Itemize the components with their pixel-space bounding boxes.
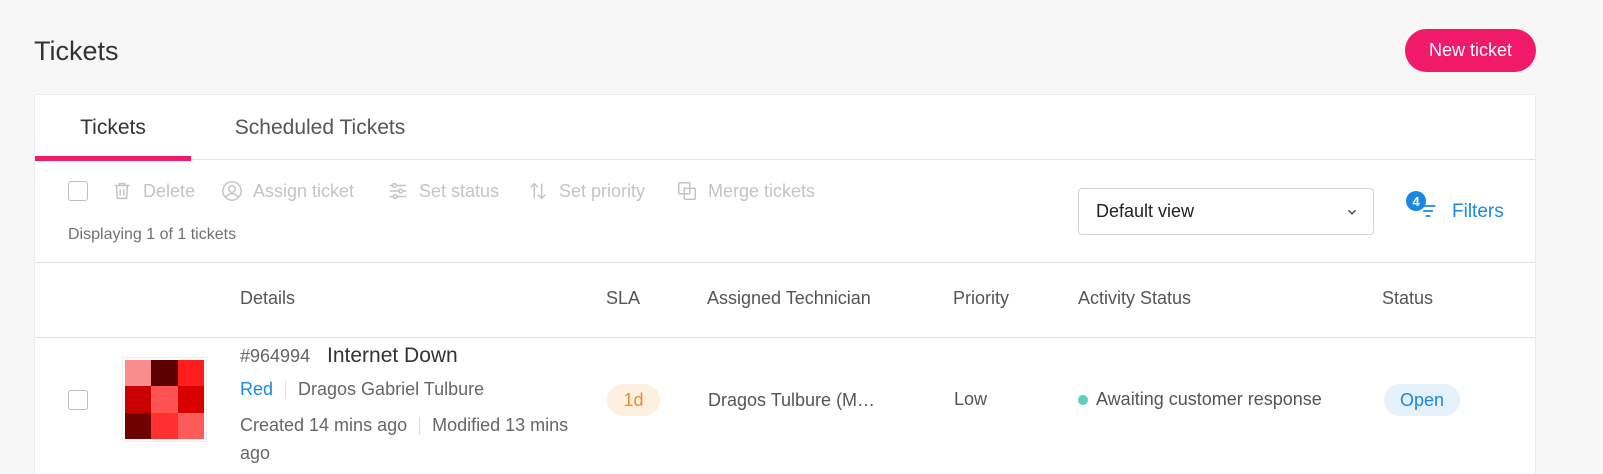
filters-label: Filters (1452, 201, 1504, 222)
sla-badge: 1d (607, 384, 660, 416)
activity-status: Awaiting customer response (1078, 389, 1322, 410)
sliders-icon (389, 182, 407, 200)
assign-ticket-label: Assign ticket (253, 180, 355, 201)
customer-avatar (122, 357, 207, 442)
activity-status-label: Awaiting customer response (1096, 389, 1322, 409)
merge-tickets-button[interactable]: Merge tickets (676, 178, 815, 204)
displaying-count: Displaying 1 of 1 tickets (68, 226, 237, 243)
filters-button[interactable]: 4 Filters (1406, 191, 1506, 231)
merge-tickets-label: Merge tickets (708, 180, 816, 201)
column-header-priority: Priority (953, 288, 1010, 308)
tab-tickets[interactable]: Tickets (35, 95, 191, 161)
ticket-dates: Created 14 mins ago Modified 13 mins ago (240, 411, 570, 467)
activity-status-dot (1078, 394, 1088, 405)
created-time: Created 14 mins ago (240, 415, 408, 435)
bulk-action-toolbar: Delete Assign ticket Set status Set prio… (35, 161, 1535, 263)
set-status-button[interactable]: Set status (387, 178, 499, 204)
delete-button[interactable]: Delete (111, 178, 195, 204)
trash-icon (114, 182, 130, 200)
set-priority-label: Set priority (559, 180, 646, 201)
divider (419, 417, 421, 436)
tab-bar: Tickets Scheduled Tickets (35, 95, 1535, 161)
column-header-status: Status (1382, 288, 1434, 308)
column-header-activity-status: Activity Status (1078, 288, 1192, 308)
tickets-card: Tickets Scheduled Tickets Delete Assign … (34, 94, 1536, 474)
tab-scheduled-tickets[interactable]: Scheduled Tickets (217, 95, 423, 160)
column-header-technician: Assigned Technician (707, 288, 871, 308)
view-select[interactable]: Default view (1078, 188, 1374, 235)
column-header-sla: SLA (606, 288, 641, 308)
column-header-details: Details (240, 288, 296, 308)
user-circle-icon (222, 181, 242, 201)
chevron-down-icon (1348, 209, 1356, 215)
ticket-title[interactable]: Internet Down (327, 344, 458, 368)
page-title: Tickets (34, 36, 119, 66)
row-checkbox[interactable] (68, 390, 88, 410)
customer-link[interactable]: Red (240, 379, 273, 400)
ticket-customer-line: Red Dragos Gabriel Tulbure (240, 379, 484, 400)
merge-icon (678, 182, 696, 200)
set-status-label: Set status (419, 180, 500, 201)
divider (285, 380, 287, 399)
assign-ticket-button[interactable]: Assign ticket (221, 178, 354, 204)
table-row[interactable]: #964994 Internet Down Red Dragos Gabriel… (35, 339, 1535, 474)
assigned-technician: Dragos Tulbure (M… (708, 390, 876, 410)
status-badge[interactable]: Open (1384, 384, 1460, 416)
set-priority-button[interactable]: Set priority (527, 178, 645, 204)
priority-value: Low (954, 389, 988, 409)
view-select-value: Default view (1096, 201, 1195, 221)
table-header: Details SLA Assigned Technician Priority… (35, 263, 1535, 338)
select-all-checkbox[interactable] (68, 181, 88, 201)
new-ticket-button[interactable]: New ticket (1405, 29, 1536, 72)
delete-label: Delete (143, 180, 196, 201)
contact-name: Dragos Gabriel Tulbure (298, 379, 485, 399)
sort-arrows-icon (530, 182, 546, 200)
filters-count-badge: 4 (1406, 191, 1426, 211)
ticket-number: #964994 (240, 346, 311, 366)
